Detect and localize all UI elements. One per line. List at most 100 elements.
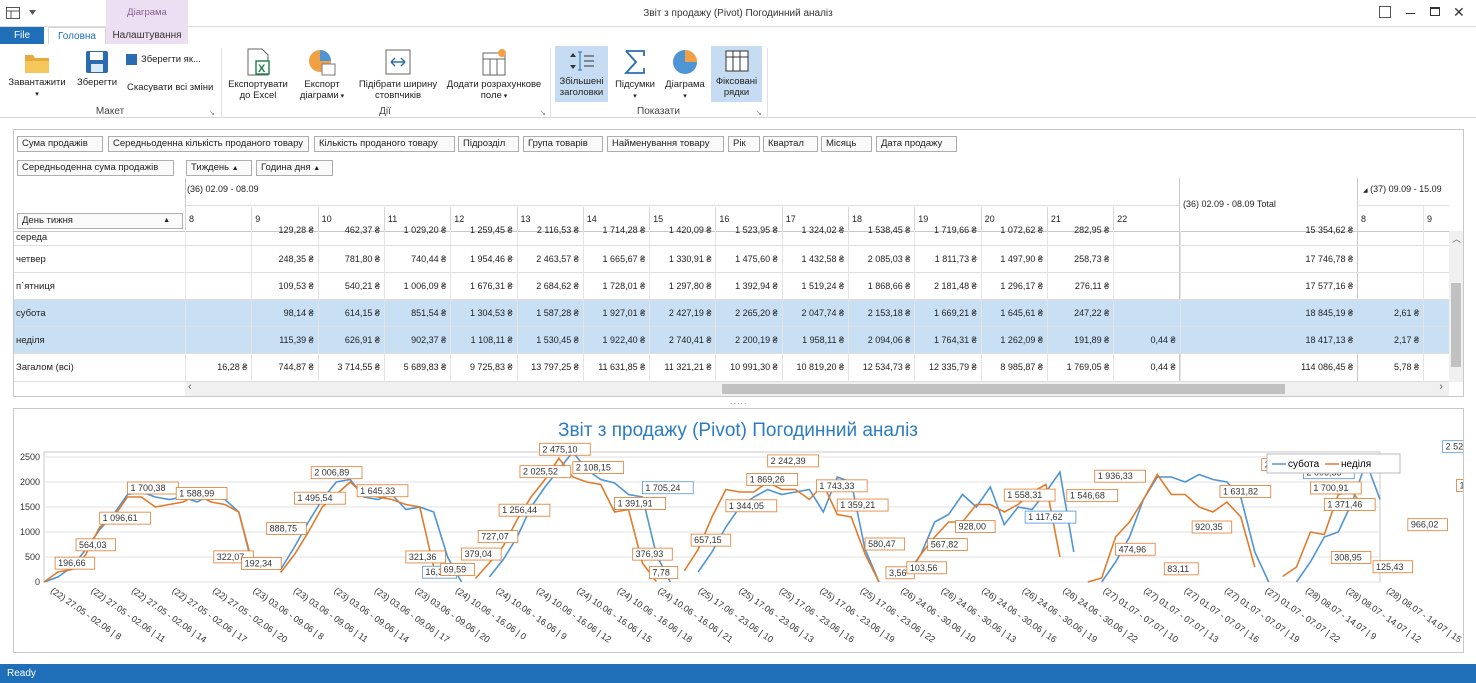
table-cell[interactable]: 1 868,66 ₴ — [848, 281, 914, 291]
table-cell[interactable]: 902,37 ₴ — [384, 335, 450, 345]
table-cell[interactable]: 3 714,55 ₴ — [318, 362, 384, 372]
table-cell[interactable]: 0,44 ₴ — [1113, 335, 1179, 345]
table-cell[interactable]: 2 181,48 ₴ — [914, 281, 980, 291]
maximize-icon[interactable] — [1430, 7, 1440, 16]
cancel-all-changes-button[interactable]: Скасувати всі зміни — [127, 82, 213, 93]
table-cell[interactable]: 2,61 ₴ — [1357, 308, 1423, 318]
table-cell[interactable]: 13 797,25 ₴ — [517, 362, 583, 372]
table-cell[interactable]: 98,14 ₴ — [251, 308, 317, 318]
horizontal-scroll-thumb[interactable] — [722, 384, 1285, 394]
horizontal-scrollbar[interactable]: ‹ › — [185, 381, 1449, 396]
save-as-button[interactable]: Зберегти як... — [126, 54, 201, 65]
dialog-launcher-icon[interactable]: ↘ — [540, 109, 546, 117]
table-total-cell[interactable]: 17 577,16 ₴ — [1179, 281, 1357, 291]
table-cell[interactable]: 1 259,45 ₴ — [450, 225, 516, 235]
table-cell[interactable]: 5,78 ₴ — [1357, 362, 1423, 372]
week-header-36[interactable]: (36) 02.09 - 08.09 — [187, 184, 259, 194]
filter-field-product-group[interactable]: Група товарів — [523, 136, 603, 152]
table-total-cell[interactable]: 17 746,78 ₴ — [1179, 254, 1357, 264]
table-cell[interactable]: 1 538,45 ₴ — [848, 225, 914, 235]
table-cell[interactable]: 2 265,20 ₴ — [715, 308, 781, 318]
table-cell[interactable]: 1 811,73 ₴ — [914, 254, 980, 264]
table-cell[interactable]: 1 764,31 ₴ — [914, 335, 980, 345]
table-cell[interactable]: 16,28 ₴ — [185, 362, 251, 372]
dialog-launcher-icon[interactable]: ↘ — [756, 109, 762, 117]
table-cell[interactable]: 1 927,01 ₴ — [583, 308, 649, 318]
dialog-launcher-icon[interactable]: ↘ — [209, 109, 215, 117]
table-cell[interactable]: 11 321,21 ₴ — [649, 362, 715, 372]
table-cell[interactable]: 11 631,85 ₴ — [583, 362, 649, 372]
table-cell[interactable]: 1 769,05 ₴ — [1047, 362, 1113, 372]
scroll-up-icon[interactable]: ︿ — [1452, 232, 1461, 245]
filter-field-division[interactable]: Підрозділ — [458, 136, 519, 152]
save-button[interactable]: Зберегти — [74, 50, 120, 88]
hour-header-8[interactable]: 8 — [185, 207, 251, 231]
week-header-37[interactable]: ◢ (37) 09.09 - 15.09 — [1363, 184, 1442, 194]
table-cell[interactable]: 1 108,11 ₴ — [450, 335, 516, 345]
table-cell[interactable]: 191,89 ₴ — [1047, 335, 1113, 345]
tab-settings[interactable]: Налаштування — [108, 27, 186, 44]
table-cell[interactable]: 2 085,03 ₴ — [848, 254, 914, 264]
table-cell[interactable]: 1 714,28 ₴ — [583, 225, 649, 235]
table-cell[interactable]: 0,44 ₴ — [1113, 362, 1179, 372]
table-cell[interactable]: 1 392,94 ₴ — [715, 281, 781, 291]
table-cell[interactable]: 247,22 ₴ — [1047, 308, 1113, 318]
table-cell[interactable]: 1 669,21 ₴ — [914, 308, 980, 318]
chart-button[interactable]: Діаграма ▾ — [662, 48, 708, 102]
fixed-rows-toggle[interactable]: Фіксовані рядки — [711, 46, 762, 102]
tab-home[interactable]: Головна — [48, 27, 106, 45]
filter-field-quarter[interactable]: Квартал — [763, 136, 818, 152]
table-cell[interactable]: 2,17 ₴ — [1357, 335, 1423, 345]
table-cell[interactable]: 1 497,90 ₴ — [981, 254, 1047, 264]
fit-column-width-button[interactable]: Підібрати ширину стовпчиків — [355, 48, 441, 101]
table-cell[interactable]: 12 335,79 ₴ — [914, 362, 980, 372]
table-total-cell[interactable]: 15 354,62 ₴ — [1179, 225, 1357, 235]
filter-field-qty-sold[interactable]: Кількість проданого товару — [314, 136, 455, 152]
table-cell[interactable]: 109,53 ₴ — [251, 281, 317, 291]
filter-field-product-name[interactable]: Найменування товару — [607, 136, 724, 152]
filter-field-avg-daily-qty[interactable]: Середньоденна кількість проданого товару — [108, 136, 309, 152]
close-icon[interactable]: ✕ — [1453, 4, 1465, 21]
table-cell[interactable]: 8 985,87 ₴ — [981, 362, 1047, 372]
table-cell[interactable]: 1 676,31 ₴ — [450, 281, 516, 291]
table-cell[interactable]: 1 958,11 ₴ — [782, 335, 848, 345]
table-cell[interactable]: 248,35 ₴ — [251, 254, 317, 264]
hour-header-w2-9[interactable]: 9 — [1423, 207, 1476, 231]
table-cell[interactable]: 1 006,09 ₴ — [384, 281, 450, 291]
table-cell[interactable]: 462,37 ₴ — [318, 225, 384, 235]
filter-field-sales-sum[interactable]: Сума продажів — [17, 136, 103, 152]
table-cell[interactable]: 1 304,53 ₴ — [450, 308, 516, 318]
table-total-cell[interactable]: 114 086,45 ₴ — [1179, 362, 1357, 372]
scroll-left-icon[interactable]: ‹ — [188, 381, 192, 393]
scroll-right-icon[interactable]: › — [1439, 381, 1443, 393]
table-cell[interactable]: 1 420,09 ₴ — [649, 225, 715, 235]
table-cell[interactable]: 626,91 ₴ — [318, 335, 384, 345]
splitter-handle[interactable]: ..... — [730, 396, 748, 406]
table-cell[interactable]: 258,73 ₴ — [1047, 254, 1113, 264]
table-cell[interactable]: 1 519,24 ₴ — [782, 281, 848, 291]
table-cell[interactable]: 1 954,46 ₴ — [450, 254, 516, 264]
add-calculated-field-button[interactable]: Додати розрахункове поле ▾ — [446, 48, 542, 102]
filter-field-sale-date[interactable]: Дата продажу — [876, 136, 957, 152]
table-cell[interactable]: 1 072,62 ₴ — [981, 225, 1047, 235]
table-cell[interactable]: 1 262,09 ₴ — [981, 335, 1047, 345]
table-cell[interactable]: 781,80 ₴ — [318, 254, 384, 264]
table-cell[interactable]: 1 587,28 ₴ — [517, 308, 583, 318]
table-cell[interactable]: 1 475,60 ₴ — [715, 254, 781, 264]
table-cell[interactable]: 129,28 ₴ — [251, 225, 317, 235]
table-cell[interactable]: 540,21 ₴ — [318, 281, 384, 291]
export-chart-button[interactable]: Експорт діаграми ▾ — [294, 48, 350, 102]
table-cell[interactable]: 1 432,58 ₴ — [782, 254, 848, 264]
table-cell[interactable]: 1 330,91 ₴ — [649, 254, 715, 264]
table-cell[interactable]: 1 719,66 ₴ — [914, 225, 980, 235]
table-total-cell[interactable]: 18 417,13 ₴ — [1179, 335, 1357, 345]
table-cell[interactable]: 9 725,83 ₴ — [450, 362, 516, 372]
table-total-cell[interactable]: 18 845,19 ₴ — [1179, 308, 1357, 318]
table-cell[interactable]: 740,44 ₴ — [384, 254, 450, 264]
table-cell[interactable]: 10 819,20 ₴ — [782, 362, 848, 372]
hour-header-w2-8[interactable]: 8 — [1357, 207, 1423, 231]
table-cell[interactable]: 2 427,19 ₴ — [649, 308, 715, 318]
table-cell[interactable]: 851,54 ₴ — [384, 308, 450, 318]
table-cell[interactable]: 1 324,02 ₴ — [782, 225, 848, 235]
totals-button[interactable]: Підсумки ▾ — [612, 48, 658, 102]
